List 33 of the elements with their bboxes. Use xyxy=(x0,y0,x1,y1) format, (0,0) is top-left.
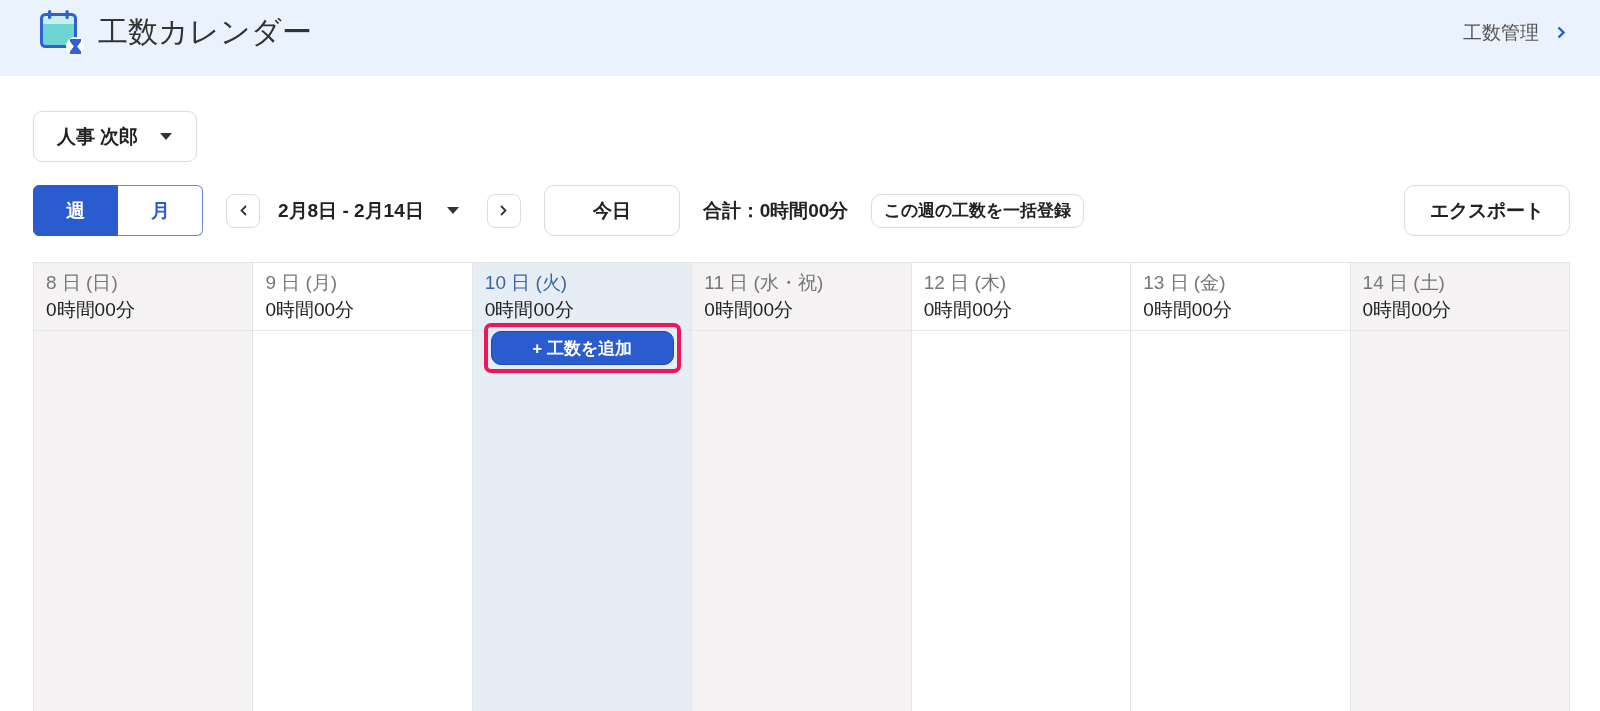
date-range-dropdown[interactable]: 2月8日 - 2月14日 xyxy=(278,193,469,228)
day-label: 9 日 (月) xyxy=(265,271,339,295)
day-total: 0時間00分 xyxy=(46,298,136,322)
next-week-button[interactable] xyxy=(486,193,521,228)
today-button[interactable]: 今日 xyxy=(543,185,680,236)
day-total: 0時間00分 xyxy=(265,298,356,322)
chevron-right-icon xyxy=(1557,26,1565,39)
management-link[interactable]: 工数管理 xyxy=(1463,9,1565,56)
total-hours-text: 合計：0時間00分 xyxy=(702,198,849,223)
day-total: 0時間00分 xyxy=(923,298,1014,322)
page-title: 工数カレンダー xyxy=(98,14,312,50)
bulk-register-button[interactable]: この週の工数を一括登録 xyxy=(871,193,1085,228)
user-dropdown[interactable]: 人事 次郎 xyxy=(33,111,198,162)
chevron-right-icon xyxy=(500,205,508,216)
day-label: 11 日 (水・祝) xyxy=(704,271,825,295)
day-total: 0時間00分 xyxy=(484,298,575,322)
day-label: 14 日 (土) xyxy=(1362,271,1446,295)
add-hours-button[interactable]: + 工数を追加 xyxy=(490,331,674,365)
day-total: 0時間00分 xyxy=(1143,298,1233,322)
day-label: 8 日 (日) xyxy=(46,271,119,295)
caret-down-icon xyxy=(446,207,459,214)
day-label: 12 日 (木) xyxy=(923,271,1008,295)
chevron-left-icon xyxy=(239,205,247,216)
day-label: 10 日 (火) xyxy=(484,271,569,295)
day-label: 13 日 (金) xyxy=(1143,271,1227,295)
view-tab[interactable]: 週 xyxy=(33,185,118,236)
day-total: 0時間00分 xyxy=(1362,298,1453,322)
previous-week-button[interactable] xyxy=(226,193,260,228)
view-tab[interactable]: 月 xyxy=(118,185,203,236)
export-button[interactable]: エクスポート xyxy=(1404,185,1570,236)
calendar-hourglass-icon xyxy=(40,9,84,56)
day-total: 0時間00分 xyxy=(704,298,794,322)
caret-down-icon xyxy=(160,133,173,140)
